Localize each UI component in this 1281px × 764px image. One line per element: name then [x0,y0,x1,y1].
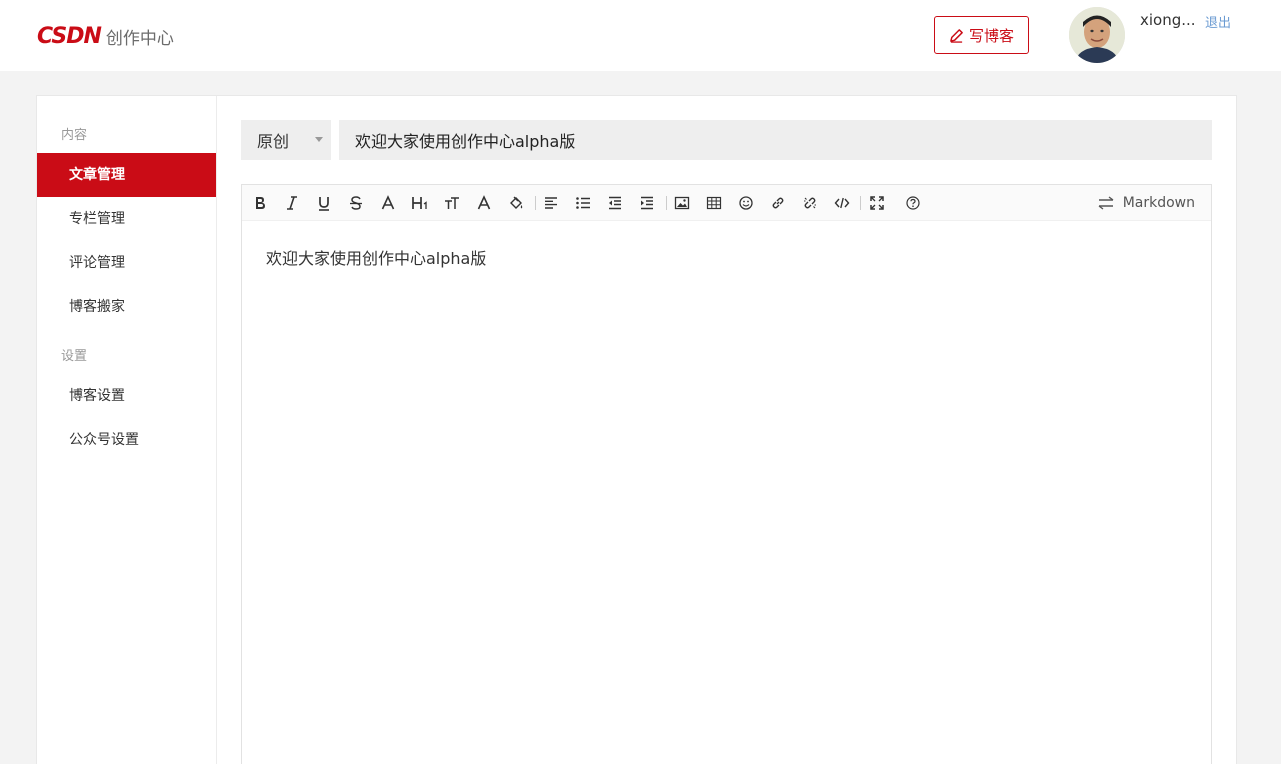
font-icon[interactable] [377,192,399,214]
background-color-icon[interactable] [505,192,527,214]
main-panel: 内容 文章管理 专栏管理 评论管理 博客搬家 设置 博客设置 公众号设置 原创 [36,95,1237,764]
pencil-icon [950,28,963,43]
logo[interactable]: CSDN 创作中心 [37,22,174,50]
align-left-icon[interactable] [540,192,562,214]
caret-down-icon [315,137,323,142]
indent-icon[interactable] [636,192,658,214]
heading-icon[interactable] [409,192,431,214]
outdent-icon[interactable] [604,192,626,214]
sidebar: 内容 文章管理 专栏管理 评论管理 博客搬家 设置 博客设置 公众号设置 [37,96,217,764]
write-blog-label: 写博客 [968,26,1014,45]
editor-content[interactable]: 欢迎大家使用创作中心alpha版 [266,245,486,269]
sidebar-item-comment-manage[interactable]: 评论管理 [37,241,216,285]
markdown-label: Markdown [1122,195,1195,211]
sidebar-item-blog-settings[interactable]: 博客设置 [37,374,216,418]
strikethrough-icon[interactable] [345,192,367,214]
top-bar: CSDN 创作中心 写博客 xiong... 退出 [0,0,1281,71]
markdown-toggle[interactable]: Markdown [1098,192,1195,214]
link-icon[interactable] [767,192,789,214]
help-icon[interactable] [902,192,924,214]
logout-link[interactable]: 退出 [1205,12,1231,31]
sidebar-item-article-manage[interactable]: 文章管理 [37,153,216,197]
avatar[interactable] [1069,7,1125,63]
sidebar-item-column-manage[interactable]: 专栏管理 [37,197,216,241]
table-icon[interactable] [703,192,725,214]
swap-icon [1098,196,1114,210]
unlink-icon[interactable] [799,192,821,214]
unordered-list-icon[interactable] [572,192,594,214]
sidebar-group-settings: 设置 [61,349,88,364]
font-size-icon[interactable] [441,192,463,214]
sidebar-group-content: 内容 [61,128,88,143]
toolbar-separator [535,196,536,210]
logo-subtitle: 创作中心 [105,28,174,49]
write-blog-button[interactable]: 写博客 [934,16,1029,54]
title-input[interactable] [339,120,1212,160]
image-icon[interactable] [671,192,693,214]
bold-icon[interactable] [249,192,271,214]
sidebar-item-wechat-settings[interactable]: 公众号设置 [37,418,216,462]
font-color-icon[interactable] [473,192,495,214]
article-type-select[interactable]: 原创 [241,120,331,160]
underline-icon[interactable] [313,192,335,214]
editor-toolbar: Markdown [242,185,1211,221]
toolbar-separator [860,196,861,210]
toolbar-separator [666,196,667,210]
avatar-image [1069,7,1125,63]
username[interactable]: xiong... [1140,11,1196,29]
rich-text-editor: Markdown 欢迎大家使用创作中心alpha版 [241,184,1212,764]
sidebar-item-blog-migrate[interactable]: 博客搬家 [37,285,216,329]
fullscreen-icon[interactable] [866,192,888,214]
article-type-value: 原创 [257,132,290,151]
logo-text: CSDN [37,23,102,49]
emoji-icon[interactable] [735,192,757,214]
italic-icon[interactable] [281,192,303,214]
code-icon[interactable] [831,192,853,214]
